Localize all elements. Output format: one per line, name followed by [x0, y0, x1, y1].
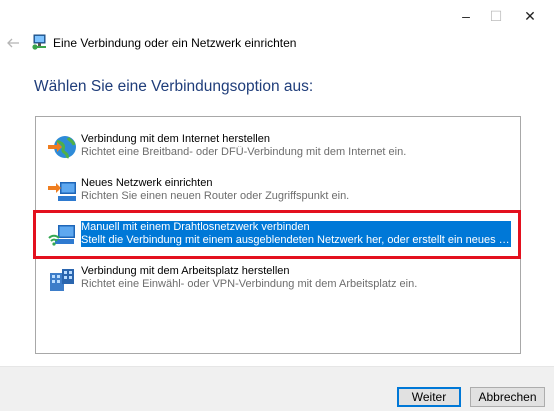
- option-workplace[interactable]: Verbindung mit dem Arbeitsplatz herstell…: [43, 262, 513, 302]
- option-description: Richten Sie einen neuen Router oder Zugr…: [81, 190, 350, 202]
- back-arrow-icon[interactable]: [6, 36, 20, 50]
- option-title: Neues Netzwerk einrichten: [81, 177, 213, 189]
- network-setup-icon: [31, 33, 49, 51]
- option-internet[interactable]: Verbindung mit dem Internet herstellen R…: [43, 130, 513, 170]
- wizard-footer: Weiter Abbrechen: [0, 366, 554, 411]
- option-title: Verbindung mit dem Arbeitsplatz herstell…: [81, 265, 290, 277]
- next-button[interactable]: Weiter: [397, 387, 461, 407]
- highlight-box: [33, 210, 521, 259]
- option-title: Verbindung mit dem Internet herstellen: [81, 133, 270, 145]
- close-button[interactable]: ✕: [510, 0, 550, 32]
- option-new-network[interactable]: Neues Netzwerk einrichten Richten Sie ei…: [43, 174, 513, 214]
- wizard-title: Eine Verbindung oder ein Netzwerk einric…: [53, 36, 297, 50]
- internet-globe-icon: [46, 133, 78, 163]
- workplace-connection-icon: [46, 265, 78, 295]
- option-description: Richtet eine Breitband- oder DFÜ-Verbind…: [81, 146, 407, 158]
- page-heading: Wählen Sie eine Verbindungsoption aus:: [34, 78, 314, 95]
- cancel-button[interactable]: Abbrechen: [470, 387, 545, 407]
- option-description: Richtet eine Einwähl- oder VPN-Verbindun…: [81, 278, 418, 290]
- router-setup-icon: [46, 177, 78, 207]
